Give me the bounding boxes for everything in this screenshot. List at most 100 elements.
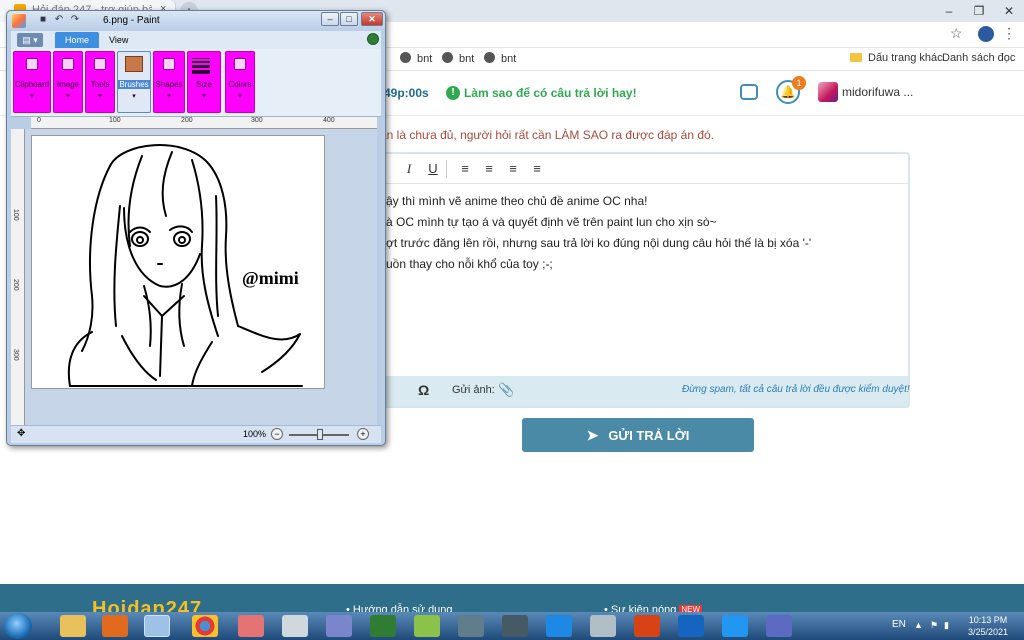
zoom-slider-knob[interactable]	[317, 429, 323, 440]
paint-maximize-button[interactable]: □	[340, 12, 358, 26]
align-justify-icon[interactable]: ≡	[528, 160, 546, 178]
colors-group[interactable]: Colors ▾	[225, 51, 255, 113]
teams-icon[interactable]	[766, 615, 792, 637]
align-left-icon[interactable]: ≡	[456, 160, 474, 178]
zoom-level: 100%	[243, 429, 267, 439]
powerpoint-icon[interactable]	[634, 615, 660, 637]
maximize-button[interactable]: ❐	[964, 0, 994, 22]
app-icon[interactable]	[590, 615, 616, 637]
paint-canvas[interactable]: @mimi	[31, 135, 325, 389]
zoom-out-button[interactable]: −	[271, 428, 283, 440]
answer-warning: ần là chưa đủ, người hỏi rất cần LÀM SAO…	[380, 128, 715, 142]
zoom-app-icon[interactable]	[722, 615, 748, 637]
folder-icon	[850, 53, 862, 62]
upload-image-label: Gửi ảnh:	[452, 384, 495, 396]
calculator-icon[interactable]	[282, 615, 308, 637]
clock-date: 3/25/2021	[967, 627, 1009, 637]
app-icon[interactable]	[326, 615, 352, 637]
editor-content[interactable]: ậy thì mình vẽ anime theo chủ đề anime O…	[386, 194, 906, 278]
answer-tip-link[interactable]: Làm sao để có câu trả lời hay!	[464, 86, 637, 100]
align-right-icon[interactable]: ≡	[504, 160, 522, 178]
answer-editor[interactable]: I U ≡ ≡ ≡ ≡ ậy thì mình vẽ anime theo ch…	[378, 152, 910, 408]
redo-icon[interactable]: ↷	[69, 14, 81, 27]
vertical-ruler: 100 200 300	[11, 129, 25, 427]
special-character-icon[interactable]: Ω	[418, 382, 429, 398]
media-player-icon[interactable]	[102, 615, 128, 637]
globe-icon	[484, 52, 495, 63]
app-icon[interactable]	[458, 615, 484, 637]
minimize-button[interactable]: –	[934, 0, 964, 22]
horizontal-ruler: 0 100 200 300 400	[31, 117, 377, 129]
submit-label: GỬI TRẢ LỜI	[608, 428, 690, 443]
editor-line: ợt trước đăng lên rồi, nhưng sau trả lời…	[386, 236, 812, 250]
bookmark-star-icon[interactable]: ☆	[950, 25, 966, 43]
size-group[interactable]: Size ▾	[187, 51, 221, 113]
bookmark-item[interactable]: bnt	[400, 52, 432, 68]
app-icon[interactable]	[238, 615, 264, 637]
submit-answer-button[interactable]: ➤ GỬI TRẢ LỜI	[522, 418, 754, 452]
move-cursor-icon: ✥	[17, 428, 26, 439]
avatar[interactable]	[818, 82, 838, 102]
editor-line: ậy thì mình vẽ anime theo chủ đề anime O…	[386, 194, 648, 208]
underline-button[interactable]: U	[424, 160, 442, 178]
moderation-note: Đừng spam, tất cả câu trả lời đều được k…	[682, 384, 910, 395]
paint-minimize-button[interactable]: –	[321, 12, 339, 26]
close-button[interactable]: ✕	[994, 0, 1024, 22]
editor-footer: Ω Gửi ảnh: 📎 Đừng spam, tất cả câu trả l…	[380, 376, 910, 406]
word-icon[interactable]	[678, 615, 704, 637]
italic-button[interactable]: I	[400, 160, 418, 178]
clipboard-icon	[26, 58, 38, 70]
help-icon[interactable]	[367, 33, 379, 45]
explorer-icon[interactable]	[60, 615, 86, 637]
flag-icon[interactable]: ⚑	[930, 620, 940, 630]
brushes-group[interactable]: Brushes ▾	[117, 51, 151, 113]
signature-text: @mimi	[242, 268, 299, 288]
paint-titlebar[interactable]: ■ ↶ ↷ 6.png - Paint – □ ✕	[7, 11, 385, 31]
extension-icon[interactable]	[978, 26, 994, 42]
globe-icon	[442, 52, 453, 63]
reading-list[interactable]: Danh sách đọc	[942, 52, 1015, 68]
size-lines-icon	[192, 58, 210, 76]
chat-icon[interactable]	[740, 84, 758, 100]
tab-home[interactable]: Home	[55, 32, 100, 48]
ie-icon[interactable]	[546, 615, 572, 637]
tray-arrow-icon[interactable]: ▲	[914, 620, 924, 630]
undo-icon[interactable]: ↶	[53, 14, 65, 27]
align-center-icon[interactable]: ≡	[480, 160, 498, 178]
answer-timer: 49p:00s	[384, 86, 429, 100]
shapes-icon	[163, 58, 175, 70]
globe-icon	[400, 52, 411, 63]
image-icon	[62, 58, 74, 70]
username-menu[interactable]: midorifuwa ...	[842, 85, 913, 99]
paint-file-menu[interactable]: ▤ ▾	[17, 33, 43, 47]
paint-close-button[interactable]: ✕	[361, 12, 383, 26]
zoom-in-button[interactable]: +	[357, 428, 369, 440]
network-icon[interactable]: ▮	[944, 620, 954, 630]
language-indicator[interactable]: EN	[892, 619, 906, 630]
system-clock[interactable]: 10:13 PM 3/25/2021	[962, 614, 1014, 638]
other-bookmarks[interactable]: Dấu trang khác	[850, 52, 943, 68]
image-group[interactable]: Image ▾	[53, 51, 83, 113]
site-footer: Hoidap247 • Hướng dẫn sử dụng • Sự kiện …	[0, 584, 1024, 620]
chrome-icon[interactable]	[192, 615, 218, 637]
paint-window[interactable]: ■ ↶ ↷ 6.png - Paint – □ ✕ ▤ ▾ Home View …	[6, 10, 386, 446]
paperclip-icon[interactable]: 📎	[498, 382, 514, 398]
save-icon[interactable]: ■	[37, 14, 49, 27]
app-icon[interactable]	[414, 615, 440, 637]
brush-icon	[125, 56, 143, 72]
tools-group[interactable]: Tools ▾	[85, 51, 115, 113]
browser-menu-icon[interactable]: ⋮	[1002, 25, 1016, 43]
bookmark-item[interactable]: bnt	[442, 52, 474, 68]
anime-drawing	[67, 144, 303, 387]
tab-view[interactable]: View	[99, 32, 138, 48]
clipboard-group[interactable]: Clipboard ▾	[13, 51, 51, 113]
paint-title: 6.png - Paint	[103, 15, 160, 26]
editor-line: uồn thay cho nỗi khổ của toy ;-;	[386, 257, 553, 271]
microphone-icon[interactable]	[502, 615, 528, 637]
start-button[interactable]	[4, 613, 32, 639]
paint-ribbon: Clipboard ▾ Image ▾ Tools ▾ Brushes ▾ Sh…	[11, 49, 381, 117]
shapes-group[interactable]: Shapes ▾	[153, 51, 185, 113]
excel-icon[interactable]	[370, 615, 396, 637]
bookmark-item[interactable]: bnt	[484, 52, 516, 68]
paint-taskbar-icon[interactable]	[144, 615, 170, 637]
